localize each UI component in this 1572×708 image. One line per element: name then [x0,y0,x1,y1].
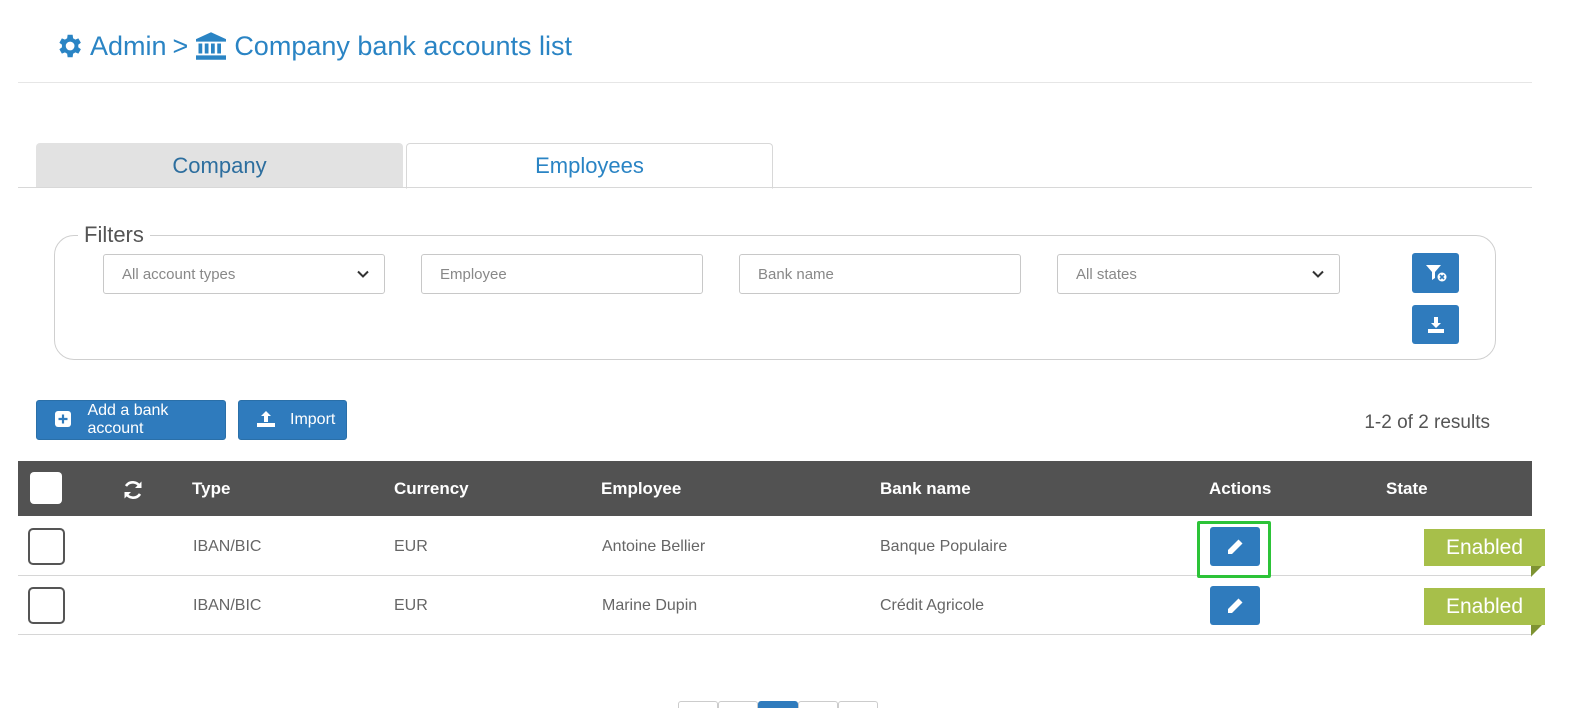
select-all-checkbox[interactable] [30,472,62,504]
breadcrumb-separator: > [172,30,189,61]
tab-bar: Company Employees [36,143,773,189]
import-button[interactable]: Import [238,400,347,440]
row-checkbox[interactable] [28,587,65,624]
bank-name-input[interactable]: Bank name [739,254,1021,294]
employee-placeholder: Employee [440,265,507,283]
table-row: IBAN/BIC EUR Antoine Bellier Banque Popu… [18,517,1545,577]
cell-bank-name: Banque Populaire [880,537,1008,555]
bank-icon [194,31,228,61]
edit-button[interactable] [1210,586,1260,625]
clear-filters-button[interactable] [1412,253,1459,293]
pagination-current-page[interactable] [758,701,798,708]
cell-currency: EUR [394,596,428,614]
cell-currency: EUR [394,537,428,555]
chevron-down-icon [357,270,369,278]
upload-icon [256,410,276,430]
status-badge-fold [1531,625,1542,636]
tabs-divider [18,187,1532,188]
state-selected: All states [1076,265,1137,283]
status-badge-fold [1531,566,1542,577]
header-divider [18,82,1532,83]
add-bank-account-label: Add a bank account [87,402,169,437]
column-header-currency[interactable]: Currency [394,461,469,516]
results-count: 1-2 of 2 results [1364,412,1490,433]
tab-company[interactable]: Company [36,143,403,188]
page-title: Company bank accounts list [234,30,572,61]
account-type-select[interactable]: All account types [103,254,385,294]
pagination [678,701,878,708]
pencil-icon [1228,598,1243,613]
download-icon [1427,316,1444,333]
column-header-state[interactable]: State [1386,461,1428,516]
export-button[interactable] [1412,305,1459,344]
row-checkbox[interactable] [28,528,65,565]
column-header-bank-name[interactable]: Bank name [880,461,971,516]
employee-input[interactable]: Employee [421,254,703,294]
state-select[interactable]: All states [1057,254,1340,294]
bank-name-placeholder: Bank name [758,265,834,283]
breadcrumb-admin-link[interactable]: Admin [90,31,167,62]
pagination-page[interactable] [718,701,758,708]
status-badge: Enabled [1424,529,1545,566]
refresh-icon[interactable] [122,479,144,501]
cell-type: IBAN/BIC [193,537,262,555]
focus-highlight [1197,521,1271,578]
filters-legend: Filters [78,222,150,248]
breadcrumb: Admin > Company bank accounts list [54,26,572,66]
gear-icon [54,31,84,61]
filter-clear-icon [1425,265,1446,282]
table-row: IBAN/BIC EUR Marine Dupin Crédit Agricol… [18,576,1545,636]
column-header-employee[interactable]: Employee [601,461,681,516]
pagination-prev[interactable] [678,701,718,708]
column-header-actions: Actions [1209,478,1272,498]
pagination-page[interactable] [798,701,838,708]
chevron-down-icon [1312,270,1324,278]
plus-square-icon [54,410,73,430]
column-header-type[interactable]: Type [192,461,230,516]
status-badge: Enabled [1424,588,1545,625]
table-header: Type Currency Employee Bank name Actions… [18,461,1532,516]
cell-employee: Marine Dupin [602,596,698,614]
cell-employee: Antoine Bellier [602,537,706,555]
account-type-selected: All account types [122,265,236,283]
cell-type: IBAN/BIC [193,596,262,614]
pagination-next[interactable] [838,701,878,708]
tab-employees[interactable]: Employees [406,143,773,189]
cell-bank-name: Crédit Agricole [880,596,985,614]
add-bank-account-button[interactable]: Add a bank account [36,400,226,440]
import-label: Import [290,411,336,428]
